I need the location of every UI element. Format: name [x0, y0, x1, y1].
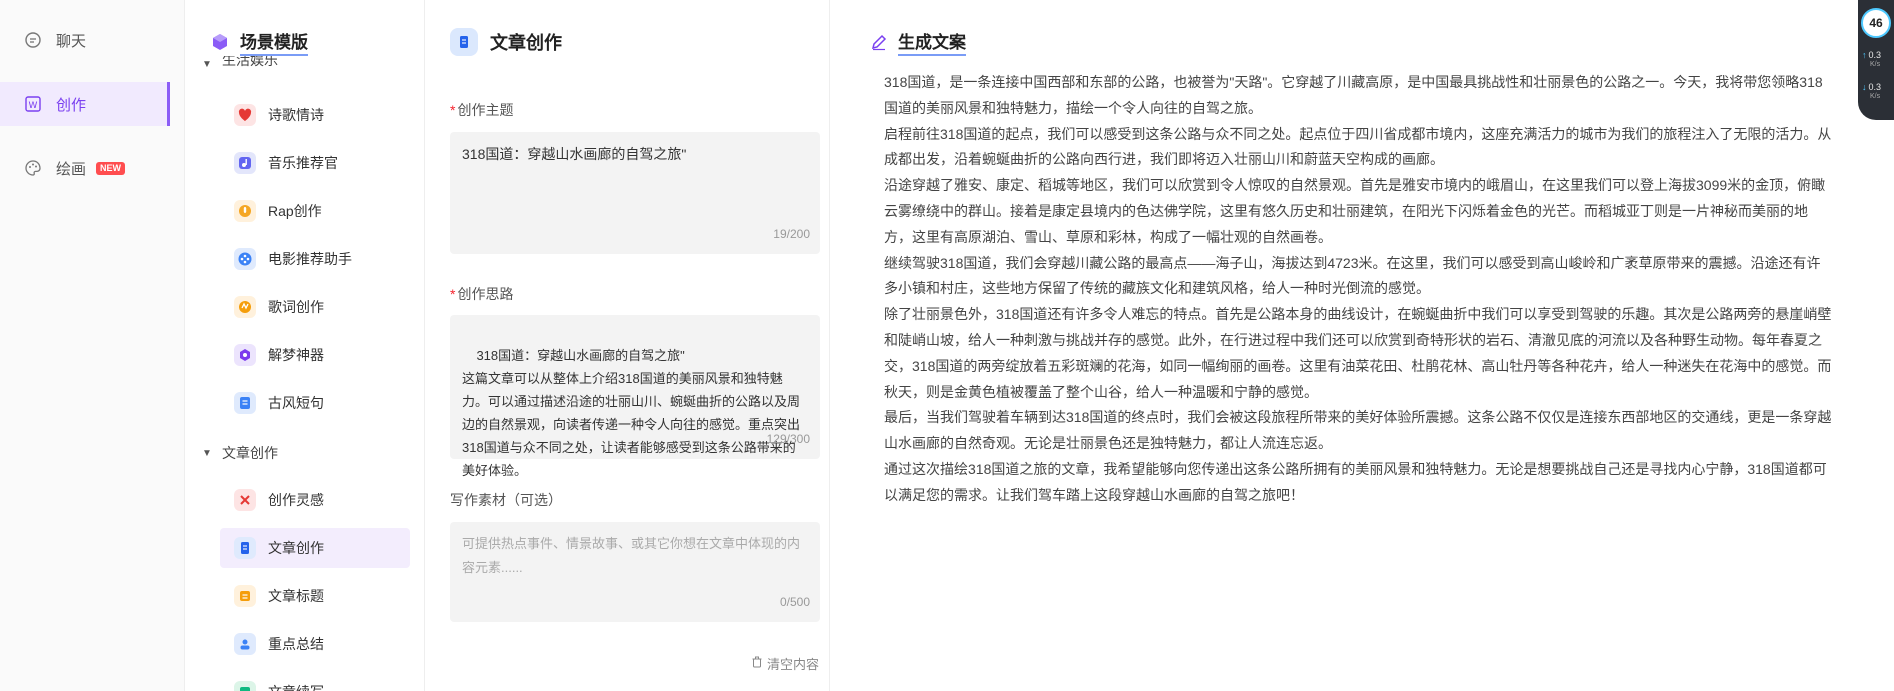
- scene-item-poetry[interactable]: 诗歌情诗: [220, 95, 410, 135]
- clear-content-button[interactable]: 清空内容: [751, 654, 819, 673]
- scene-item-ancient-phrase[interactable]: 古风短句: [220, 383, 410, 423]
- scene-item-movie[interactable]: 电影推荐助手: [220, 239, 410, 279]
- nav-item-label: 绘画: [56, 160, 87, 178]
- nav-item-chat[interactable]: 聊天: [0, 18, 170, 62]
- trash-icon: [751, 656, 763, 671]
- scene-item-dream[interactable]: 解梦神器: [220, 335, 410, 375]
- output-paragraph: 启程前往318国道的起点，我们可以感受到这条公路与众不同之处。起点位于四川省成都…: [884, 125, 1832, 168]
- arrow-down-icon: ↓: [1862, 82, 1867, 92]
- output-paragraph: 沿途穿越了雅安、康定、稻城等地区，我们可以欣赏到令人惊叹的自然景观。首先是雅安市…: [884, 177, 1826, 245]
- material-textarea[interactable]: 可提供热点事件、情景故事、或其它你想在文章中体现的内容元素...... 0/50…: [450, 522, 820, 622]
- new-badge: NEW: [96, 161, 126, 175]
- output-paragraph: 除了壮丽景色外，318国道还有许多令人难忘的特点。首先是公路本身的曲线设计，在蜿…: [884, 306, 1832, 400]
- topic-label: * 创作主题: [450, 102, 514, 118]
- chat-bubble-icon: [24, 31, 42, 49]
- write-doc-icon: W: [24, 95, 42, 113]
- cpu-percent-indicator: 46: [1861, 8, 1891, 38]
- scene-item-inspiration[interactable]: 创作灵感: [220, 480, 410, 520]
- nav-item-draw[interactable]: 绘画 NEW: [0, 146, 170, 190]
- scene-item-article-create[interactable]: 文章创作: [220, 528, 410, 568]
- output-paragraph: 最后，当我们驾驶着车辆到达318国道的终点时，我们会被这段旅程所带来的美好体验所…: [884, 409, 1832, 452]
- scene-item-music[interactable]: 音乐推荐官: [220, 143, 410, 183]
- idea-label: * 创作思路: [450, 286, 514, 302]
- arrow-up-icon: ↑: [1862, 50, 1867, 60]
- scene-panel-title: 场景模版: [210, 28, 308, 56]
- pencil-icon: [870, 33, 888, 51]
- title-card-icon: [234, 585, 256, 607]
- topic-textarea[interactable]: 318国道：穿越山水画廊的自驾之旅" 19/200: [450, 132, 820, 254]
- material-char-counter: 0/500: [779, 595, 810, 609]
- group-head-article[interactable]: ▼ 文章创作: [200, 441, 278, 465]
- dream-icon: [234, 344, 256, 366]
- scene-item-rap[interactable]: Rap创作: [220, 191, 410, 231]
- form-title: 文章创作: [450, 28, 562, 56]
- heart-icon: [234, 104, 256, 126]
- output-paragraph: 继续驾驶318国道，我们会穿越川藏公路的最高点——海子山，海拔达到4723米。在…: [884, 254, 1821, 297]
- document-icon: [234, 537, 256, 559]
- network-speed-widget[interactable]: 46 ↑ 0.3 K/s ↓ 0.3 K/s: [1858, 0, 1894, 120]
- cube-icon: [210, 32, 230, 52]
- scroll-icon: [234, 392, 256, 414]
- person-card-icon: [234, 633, 256, 655]
- document-icon: [450, 28, 478, 56]
- main-nav: 聊天 W 创作 绘画 NEW: [0, 0, 185, 691]
- scene-item-lyrics[interactable]: 歌词创作: [220, 287, 410, 327]
- cross-sparkle-icon: [234, 489, 256, 511]
- output-paragraph: 318国道，是一条连接中国西部和东部的公路，也被誉为"天路"。它穿越了川藏高原，…: [884, 74, 1823, 116]
- generated-text: 318国道，是一条连接中国西部和东部的公路，也被誉为"天路"。它穿越了川藏高原，…: [884, 70, 1834, 509]
- scene-template-panel: 场景模版 ▼ 生活娱乐 诗歌情诗 音乐推荐官 Rap创作 电影推荐助手 歌词创作…: [200, 0, 425, 691]
- scene-item-continue[interactable]: 文章续写: [220, 672, 410, 691]
- film-reel-icon: [234, 248, 256, 270]
- material-label: 写作素材（可选）: [450, 492, 562, 508]
- generated-copy-panel: 生成文案 318国道，是一条连接中国西部和东部的公路，也被誉为"天路"。它穿越了…: [860, 0, 1850, 691]
- caret-down-icon: ▼: [202, 447, 212, 459]
- output-paragraph: 通过这次描绘318国道之旅的文章，我希望能够向您传递出这条公路所拥有的美丽风景和…: [884, 460, 1827, 503]
- scene-item-article-title[interactable]: 文章标题: [220, 576, 410, 616]
- scene-item-summary[interactable]: 重点总结: [220, 624, 410, 664]
- idea-char-counter: 129/300: [766, 432, 810, 446]
- microphone-icon: [234, 200, 256, 222]
- idea-textarea[interactable]: 318国道：穿越山水画廊的自驾之旅" 这篇文章可以从整体上介绍318国道的美丽风…: [450, 315, 820, 478]
- caret-down-icon: ▼: [202, 59, 212, 70]
- palette-icon: [24, 159, 42, 177]
- lyrics-icon: [234, 296, 256, 318]
- article-form-panel: 文章创作 * 创作主题 318国道：穿越山水画廊的自驾之旅" 19/200 * 创作…: [440, 0, 830, 691]
- upload-rate: ↑ 0.3 K/s: [1862, 50, 1882, 68]
- required-asterisk: *: [450, 102, 456, 118]
- download-rate: ↓ 0.3 K/s: [1862, 82, 1882, 100]
- nav-item-label: 聊天: [56, 32, 87, 50]
- topic-char-counter: 19/200: [773, 227, 810, 241]
- output-title: 生成文案: [870, 28, 966, 56]
- continue-writing-icon: [234, 681, 256, 691]
- group-head-life[interactable]: ▼ 生活娱乐: [200, 56, 278, 70]
- required-asterisk: *: [450, 286, 456, 302]
- nav-item-create[interactable]: W 创作: [0, 82, 170, 126]
- svg-text:W: W: [29, 101, 38, 111]
- music-note-icon: [234, 152, 256, 174]
- nav-item-label: 创作: [56, 96, 87, 114]
- material-placeholder: 可提供热点事件、情景故事、或其它你想在文章中体现的内容元素......: [462, 536, 801, 575]
